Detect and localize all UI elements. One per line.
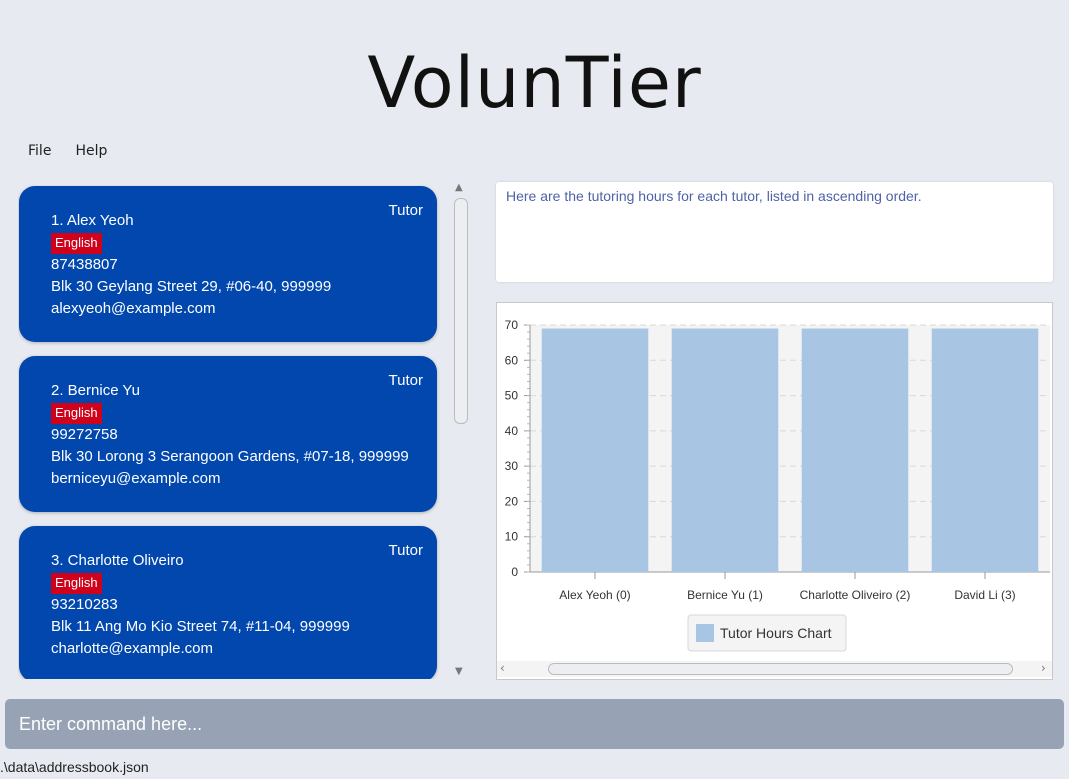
menu-bar: File Help xyxy=(28,143,107,159)
command-input[interactable] xyxy=(5,699,1064,749)
y-tick-label: 50 xyxy=(505,389,519,403)
role-label: Tutor xyxy=(388,542,423,559)
role-label: Tutor xyxy=(388,372,423,389)
x-tick-label: David Li (3) xyxy=(954,588,1015,602)
person-email: alexyeoh@example.com xyxy=(51,300,216,317)
bar xyxy=(931,328,1039,572)
person-phone: 99272758 xyxy=(51,426,118,443)
bar xyxy=(541,328,649,572)
person-name: 2. Bernice Yu xyxy=(51,382,140,399)
result-text: Here are the tutoring hours for each tut… xyxy=(506,188,922,204)
y-tick-label: 30 xyxy=(505,459,519,473)
bar xyxy=(801,328,909,572)
command-box xyxy=(5,699,1064,749)
person-phone: 87438807 xyxy=(51,256,118,273)
tutor-hours-chart: 0 10 20 30 40 50 60 70 Alex Yeoh (0) Bernice Yu (… xyxy=(505,318,1050,652)
subject-tag: English xyxy=(51,573,102,594)
scrollbar-thumb[interactable] xyxy=(548,663,1013,675)
y-tick-label: 0 xyxy=(511,565,518,579)
save-location: .\data\addressbook.json xyxy=(0,759,149,775)
person-email: berniceyu@example.com xyxy=(51,470,221,487)
person-list: Tutor 1. Alex Yeoh English 87438807 Blk … xyxy=(18,185,440,679)
x-tick-label: Bernice Yu (1) xyxy=(687,588,763,602)
scroll-left-icon[interactable]: ‹ xyxy=(500,661,505,675)
person-address: Blk 30 Geylang Street 29, #06-40, 999999 xyxy=(51,278,332,295)
person-email: charlotte@example.com xyxy=(51,640,213,657)
person-name: 3. Charlotte Oliveiro xyxy=(51,552,184,569)
scroll-right-icon[interactable]: › xyxy=(1041,661,1046,675)
person-name: 1. Alex Yeoh xyxy=(51,212,134,229)
legend-swatch xyxy=(696,624,714,642)
app-title: VolunTier xyxy=(367,42,702,124)
role-label: Tutor xyxy=(388,202,423,219)
person-address: Blk 30 Lorong 3 Serangoon Gardens, #07-1… xyxy=(51,448,409,465)
person-list-scrollbar[interactable]: ▲ ▼ xyxy=(453,182,469,679)
person-phone: 93210283 xyxy=(51,596,118,613)
y-tick-label: 70 xyxy=(505,318,519,332)
x-tick-label: Charlotte Oliveiro (2) xyxy=(800,588,911,602)
y-tick-label: 60 xyxy=(505,353,519,367)
chart-horizontal-scrollbar[interactable]: ‹ › xyxy=(497,661,1052,677)
menu-file[interactable]: File xyxy=(28,143,51,159)
person-address: Blk 11 Ang Mo Kio Street 74, #11-04, 999… xyxy=(51,618,350,635)
scrollbar-thumb[interactable] xyxy=(454,198,468,424)
person-card[interactable]: Tutor 3. Charlotte Oliveiro English 9321… xyxy=(19,526,437,679)
scroll-down-icon[interactable]: ▼ xyxy=(455,666,463,677)
person-card[interactable]: Tutor 1. Alex Yeoh English 87438807 Blk … xyxy=(19,186,437,342)
x-tick-label: Alex Yeoh (0) xyxy=(559,588,630,602)
y-tick-label: 10 xyxy=(505,530,519,544)
y-tick-label: 40 xyxy=(505,424,519,438)
chart-panel: 0 10 20 30 40 50 60 70 Alex Yeoh (0) Bernice Yu (… xyxy=(496,302,1053,680)
subject-tag: English xyxy=(51,403,102,424)
status-bar: .\data\addressbook.json xyxy=(0,758,1069,779)
result-display[interactable]: Here are the tutoring hours for each tut… xyxy=(496,182,1053,282)
y-tick-label: 20 xyxy=(505,494,519,508)
subject-tag: English xyxy=(51,233,102,254)
scroll-up-icon[interactable]: ▲ xyxy=(455,182,463,193)
person-card[interactable]: Tutor 2. Bernice Yu English 99272758 Blk… xyxy=(19,356,437,512)
menu-help[interactable]: Help xyxy=(75,143,107,159)
bar xyxy=(671,328,779,572)
legend-label: Tutor Hours Chart xyxy=(720,625,832,641)
